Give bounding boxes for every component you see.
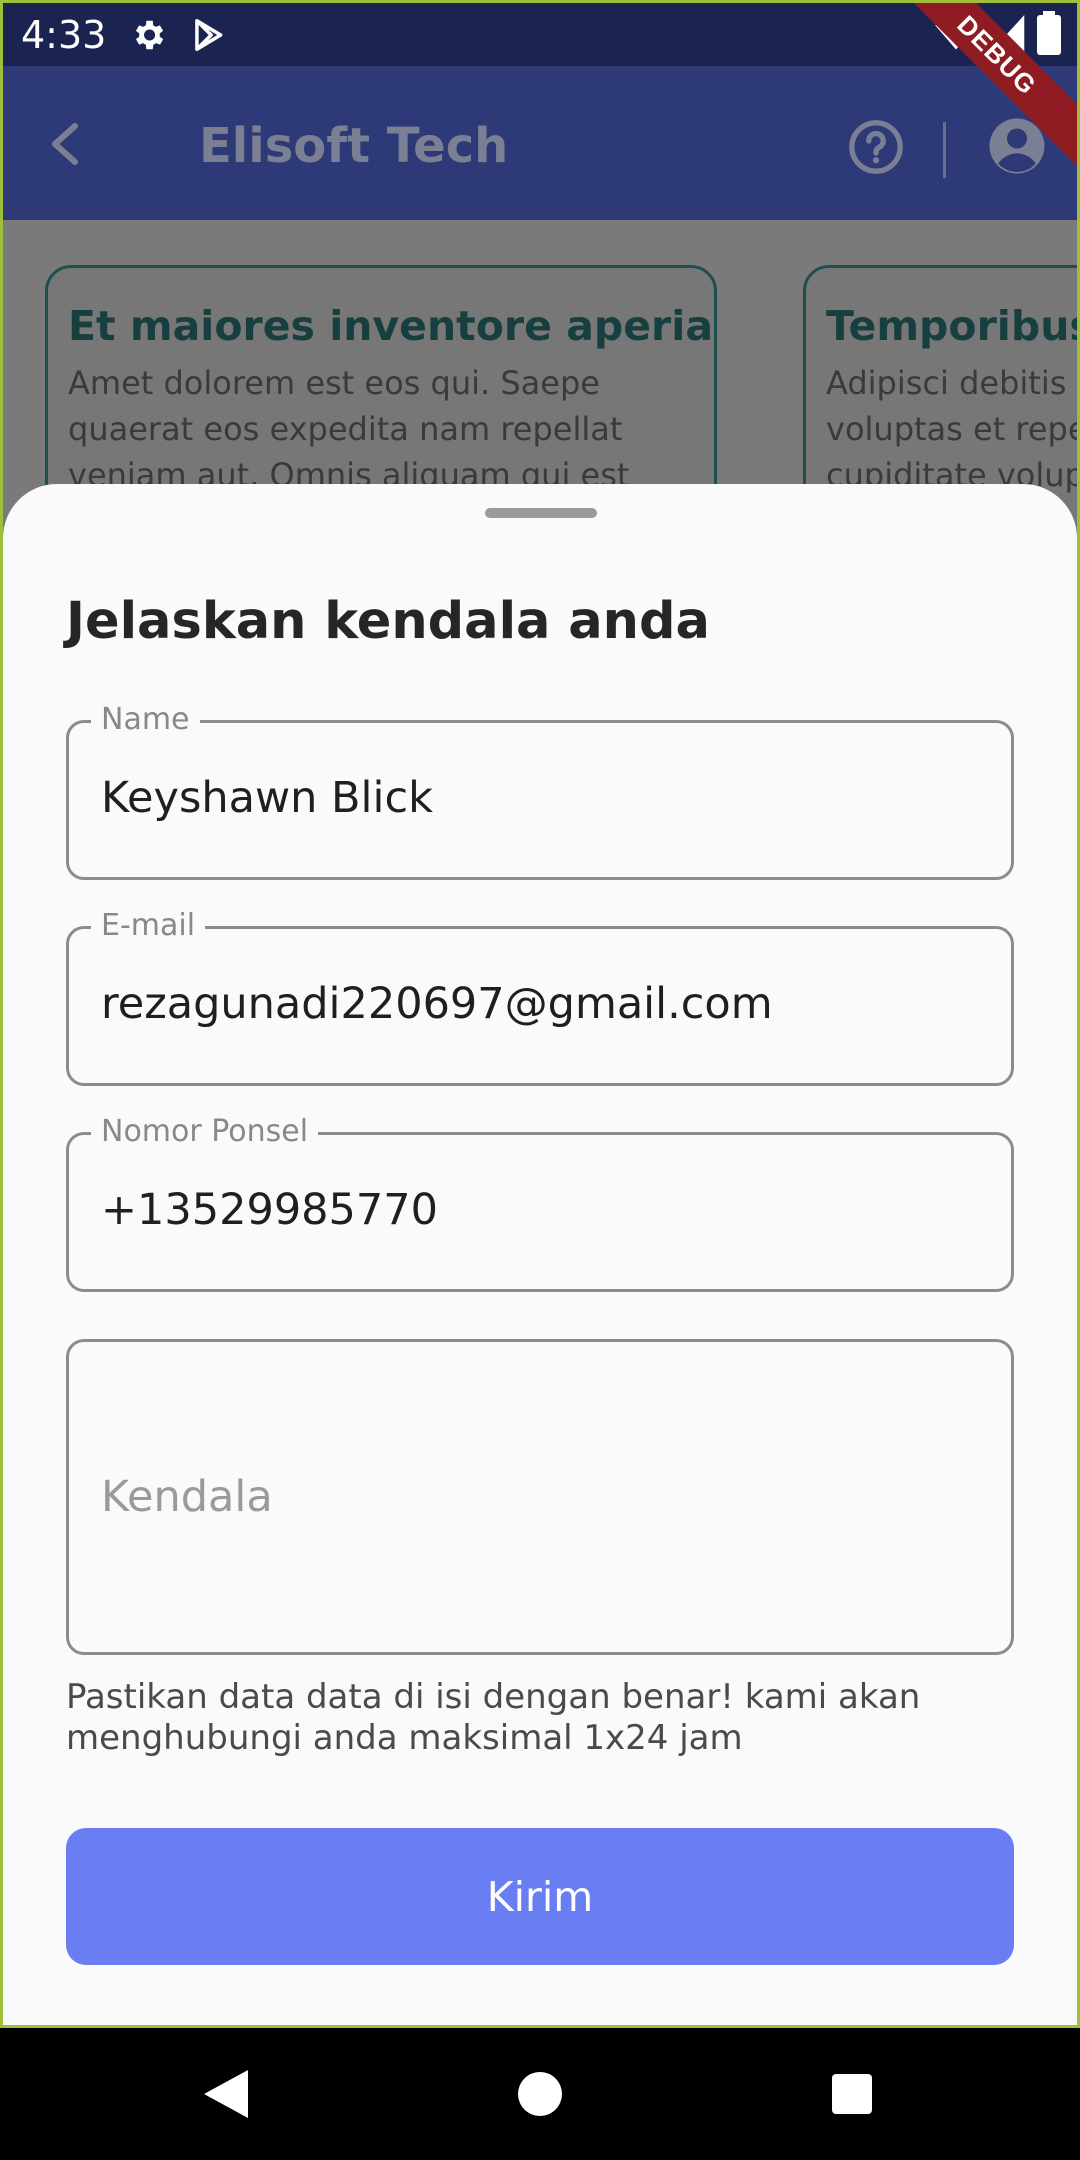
app-bar: Elisoft Tech [3, 66, 1077, 220]
status-bar: 4:33 [3, 3, 1077, 66]
name-field-value[interactable]: Keyshawn Blick [101, 773, 433, 823]
name-field[interactable]: Name Keyshawn Blick [66, 703, 1014, 880]
back-arrow-icon[interactable] [47, 122, 87, 171]
play-store-icon [189, 16, 227, 59]
issue-placeholder: Kendala [101, 1472, 273, 1522]
battery-icon [1037, 11, 1061, 60]
submit-button[interactable]: Kirim [66, 1828, 1014, 1965]
email-field[interactable]: E-mail rezagunadi220697@gmail.com [66, 909, 1014, 1086]
email-field-value[interactable]: rezagunadi220697@gmail.com [101, 979, 773, 1029]
helper-text: Pastikan data data di isi dengan benar! … [66, 1677, 921, 1758]
phone-field-label: Nomor Ponsel [91, 1115, 319, 1149]
status-time: 4:33 [21, 13, 107, 57]
back-triangle-icon[interactable] [204, 2070, 248, 2123]
home-circle-icon[interactable] [518, 2070, 562, 2123]
issue-textarea[interactable]: Kendala [66, 1339, 1014, 1655]
app-title: Elisoft Tech [199, 118, 509, 174]
sheet-title: Jelaskan kendala anda [66, 592, 710, 651]
drag-handle[interactable] [485, 508, 597, 518]
app-bar-divider [943, 122, 946, 178]
navigation-bar [0, 2028, 1080, 2160]
name-field-label: Name [91, 703, 200, 737]
bottom-sheet: Jelaskan kendala anda Name Keyshawn Blic… [3, 484, 1077, 2025]
screen: 4:33 Elisoft Tech DEBUG Et maiores inven… [3, 3, 1077, 2025]
card-title: Temporibus a [826, 302, 1077, 350]
recents-square-icon[interactable] [830, 2070, 874, 2123]
phone-field-value[interactable]: +13529985770 [101, 1185, 438, 1235]
gear-icon [129, 16, 167, 59]
card-title: Et maiores inventore aperiam. [68, 302, 717, 350]
card-body: Adipisci debitis u voluptas et repell cu… [826, 364, 1077, 494]
phone-field[interactable]: Nomor Ponsel +13529985770 [66, 1115, 1014, 1292]
help-circle-icon[interactable] [847, 118, 905, 181]
email-field-label: E-mail [91, 909, 206, 943]
